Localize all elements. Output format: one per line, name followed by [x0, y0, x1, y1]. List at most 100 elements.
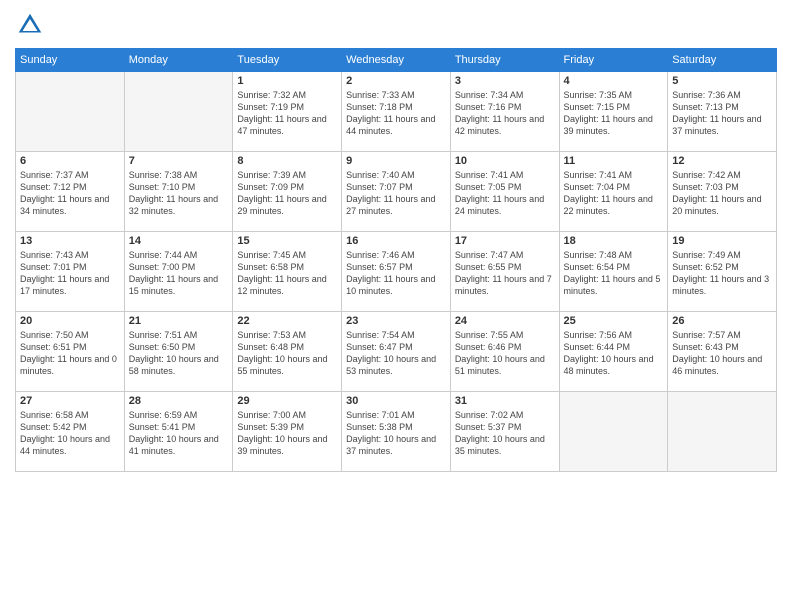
- day-number: 22: [237, 315, 337, 327]
- day-number: 11: [564, 155, 664, 167]
- day-info: Sunrise: 6:58 AM Sunset: 5:42 PM Dayligh…: [20, 409, 120, 458]
- day-info: Sunrise: 7:50 AM Sunset: 6:51 PM Dayligh…: [20, 329, 120, 378]
- calendar-cell: 17Sunrise: 7:47 AM Sunset: 6:55 PM Dayli…: [450, 232, 559, 312]
- col-header-thursday: Thursday: [450, 49, 559, 72]
- day-number: 9: [346, 155, 446, 167]
- calendar-cell: 5 Sunrise: 7:36 AM Sunset: 7:13 PM Daylig…: [668, 72, 777, 152]
- calendar-cell: 16 Sunrise: 7:46 AM Sunset: 6:57 PM Dayli…: [342, 232, 451, 312]
- calendar-cell: 9 Sunrise: 7:40 AM Sunset: 7:07 PM Daylig…: [342, 152, 451, 232]
- day-info: Sunrise: 7:46 AM Sunset: 6:57 PM Dayligh…: [346, 249, 446, 298]
- calendar-header-row: SundayMondayTuesdayWednesdayThursdayFrid…: [16, 49, 777, 72]
- col-header-tuesday: Tuesday: [233, 49, 342, 72]
- calendar-cell: [559, 392, 668, 472]
- col-header-friday: Friday: [559, 49, 668, 72]
- day-info: Sunrise: 7:56 AM Sunset: 6:44 PM Dayligh…: [564, 329, 664, 378]
- day-info: Sunrise: 7:36 AM Sunset: 7:13 PM Dayligh…: [672, 89, 772, 138]
- day-info: Sunrise: 7:48 AM Sunset: 6:54 PM Dayligh…: [564, 249, 664, 298]
- day-info: Sunrise: 6:59 AM Sunset: 5:41 PM Dayligh…: [129, 409, 229, 458]
- day-info: Sunrise: 7:49 AM Sunset: 6:52 PM Dayligh…: [672, 249, 772, 298]
- calendar-cell: 25 Sunrise: 7:56 AM Sunset: 6:44 PM Dayli…: [559, 312, 668, 392]
- logo-icon: [15, 10, 45, 40]
- calendar-cell: 19 Sunrise: 7:49 AM Sunset: 6:52 PM Dayli…: [668, 232, 777, 312]
- calendar-cell: 21 Sunrise: 7:51 AM Sunset: 6:50 PM Dayli…: [124, 312, 233, 392]
- day-number: 23: [346, 315, 446, 327]
- day-info: Sunrise: 7:34 AM Sunset: 7:16 PM Dayligh…: [455, 89, 555, 138]
- calendar-cell: 2 Sunrise: 7:33 AM Sunset: 7:18 PM Daylig…: [342, 72, 451, 152]
- day-number: 17: [455, 235, 555, 247]
- day-number: 26: [672, 315, 772, 327]
- day-info: Sunrise: 7:35 AM Sunset: 7:15 PM Dayligh…: [564, 89, 664, 138]
- calendar-week-5: 27 Sunrise: 6:58 AM Sunset: 5:42 PM Dayli…: [16, 392, 777, 472]
- day-info: Sunrise: 7:32 AM Sunset: 7:19 PM Dayligh…: [237, 89, 337, 138]
- day-number: 5: [672, 75, 772, 87]
- day-number: 7: [129, 155, 229, 167]
- day-number: 28: [129, 395, 229, 407]
- calendar-cell: 15Sunrise: 7:45 AM Sunset: 6:58 PM Dayli…: [233, 232, 342, 312]
- calendar-cell: 23 Sunrise: 7:54 AM Sunset: 6:47 PM Dayli…: [342, 312, 451, 392]
- day-number: 18: [564, 235, 664, 247]
- day-number: 21: [129, 315, 229, 327]
- day-info: Sunrise: 7:44 AM Sunset: 7:00 PM Dayligh…: [129, 249, 229, 298]
- calendar-cell: 28 Sunrise: 6:59 AM Sunset: 5:41 PM Dayli…: [124, 392, 233, 472]
- calendar-cell: 6 Sunrise: 7:37 AM Sunset: 7:12 PM Daylig…: [16, 152, 125, 232]
- calendar-cell: 24 Sunrise: 7:55 AM Sunset: 6:46 PM Dayli…: [450, 312, 559, 392]
- day-number: 16: [346, 235, 446, 247]
- col-header-wednesday: Wednesday: [342, 49, 451, 72]
- day-number: 25: [564, 315, 664, 327]
- day-number: 2: [346, 75, 446, 87]
- day-info: Sunrise: 7:33 AM Sunset: 7:18 PM Dayligh…: [346, 89, 446, 138]
- calendar-cell: 22Sunrise: 7:53 AM Sunset: 6:48 PM Dayli…: [233, 312, 342, 392]
- col-header-sunday: Sunday: [16, 49, 125, 72]
- day-info: Sunrise: 7:41 AM Sunset: 7:05 PM Dayligh…: [455, 169, 555, 218]
- calendar-cell: [124, 72, 233, 152]
- day-number: 8: [237, 155, 337, 167]
- calendar-cell: 29Sunrise: 7:00 AM Sunset: 5:39 PM Dayli…: [233, 392, 342, 472]
- calendar-page: SundayMondayTuesdayWednesdayThursdayFrid…: [0, 0, 792, 612]
- calendar-cell: 30 Sunrise: 7:01 AM Sunset: 5:38 PM Dayli…: [342, 392, 451, 472]
- day-info: Sunrise: 7:41 AM Sunset: 7:04 PM Dayligh…: [564, 169, 664, 218]
- calendar-cell: 7Sunrise: 7:38 AM Sunset: 7:10 PM Daylig…: [124, 152, 233, 232]
- day-number: 19: [672, 235, 772, 247]
- day-number: 4: [564, 75, 664, 87]
- calendar-cell: 18 Sunrise: 7:48 AM Sunset: 6:54 PM Dayli…: [559, 232, 668, 312]
- calendar-cell: [16, 72, 125, 152]
- day-info: Sunrise: 7:42 AM Sunset: 7:03 PM Dayligh…: [672, 169, 772, 218]
- day-info: Sunrise: 7:45 AM Sunset: 6:58 PM Dayligh…: [237, 249, 337, 298]
- day-info: Sunrise: 7:00 AM Sunset: 5:39 PM Dayligh…: [237, 409, 337, 458]
- logo: [15, 10, 49, 40]
- calendar-cell: 4 Sunrise: 7:35 AM Sunset: 7:15 PM Daylig…: [559, 72, 668, 152]
- calendar-cell: 13 Sunrise: 7:43 AM Sunset: 7:01 PM Dayli…: [16, 232, 125, 312]
- col-header-saturday: Saturday: [668, 49, 777, 72]
- day-number: 13: [20, 235, 120, 247]
- day-number: 10: [455, 155, 555, 167]
- day-number: 30: [346, 395, 446, 407]
- day-info: Sunrise: 7:43 AM Sunset: 7:01 PM Dayligh…: [20, 249, 120, 298]
- day-info: Sunrise: 7:02 AM Sunset: 5:37 PM Dayligh…: [455, 409, 555, 458]
- calendar-cell: 26 Sunrise: 7:57 AM Sunset: 6:43 PM Dayli…: [668, 312, 777, 392]
- col-header-monday: Monday: [124, 49, 233, 72]
- calendar-cell: 27 Sunrise: 6:58 AM Sunset: 5:42 PM Dayli…: [16, 392, 125, 472]
- calendar-cell: 3 Sunrise: 7:34 AM Sunset: 7:16 PM Daylig…: [450, 72, 559, 152]
- day-info: Sunrise: 7:55 AM Sunset: 6:46 PM Dayligh…: [455, 329, 555, 378]
- calendar-week-4: 20Sunrise: 7:50 AM Sunset: 6:51 PM Dayli…: [16, 312, 777, 392]
- day-info: Sunrise: 7:40 AM Sunset: 7:07 PM Dayligh…: [346, 169, 446, 218]
- calendar-week-3: 13 Sunrise: 7:43 AM Sunset: 7:01 PM Dayli…: [16, 232, 777, 312]
- day-info: Sunrise: 7:39 AM Sunset: 7:09 PM Dayligh…: [237, 169, 337, 218]
- day-number: 12: [672, 155, 772, 167]
- day-info: Sunrise: 7:51 AM Sunset: 6:50 PM Dayligh…: [129, 329, 229, 378]
- day-info: Sunrise: 7:01 AM Sunset: 5:38 PM Dayligh…: [346, 409, 446, 458]
- day-number: 24: [455, 315, 555, 327]
- calendar-cell: [668, 392, 777, 472]
- day-number: 14: [129, 235, 229, 247]
- day-info: Sunrise: 7:37 AM Sunset: 7:12 PM Dayligh…: [20, 169, 120, 218]
- calendar-table: SundayMondayTuesdayWednesdayThursdayFrid…: [15, 48, 777, 472]
- day-info: Sunrise: 7:54 AM Sunset: 6:47 PM Dayligh…: [346, 329, 446, 378]
- day-number: 6: [20, 155, 120, 167]
- calendar-cell: 14 Sunrise: 7:44 AM Sunset: 7:00 PM Dayli…: [124, 232, 233, 312]
- calendar-cell: 10 Sunrise: 7:41 AM Sunset: 7:05 PM Dayli…: [450, 152, 559, 232]
- calendar-cell: 8 Sunrise: 7:39 AM Sunset: 7:09 PM Daylig…: [233, 152, 342, 232]
- day-number: 3: [455, 75, 555, 87]
- day-info: Sunrise: 7:57 AM Sunset: 6:43 PM Dayligh…: [672, 329, 772, 378]
- day-number: 31: [455, 395, 555, 407]
- day-number: 27: [20, 395, 120, 407]
